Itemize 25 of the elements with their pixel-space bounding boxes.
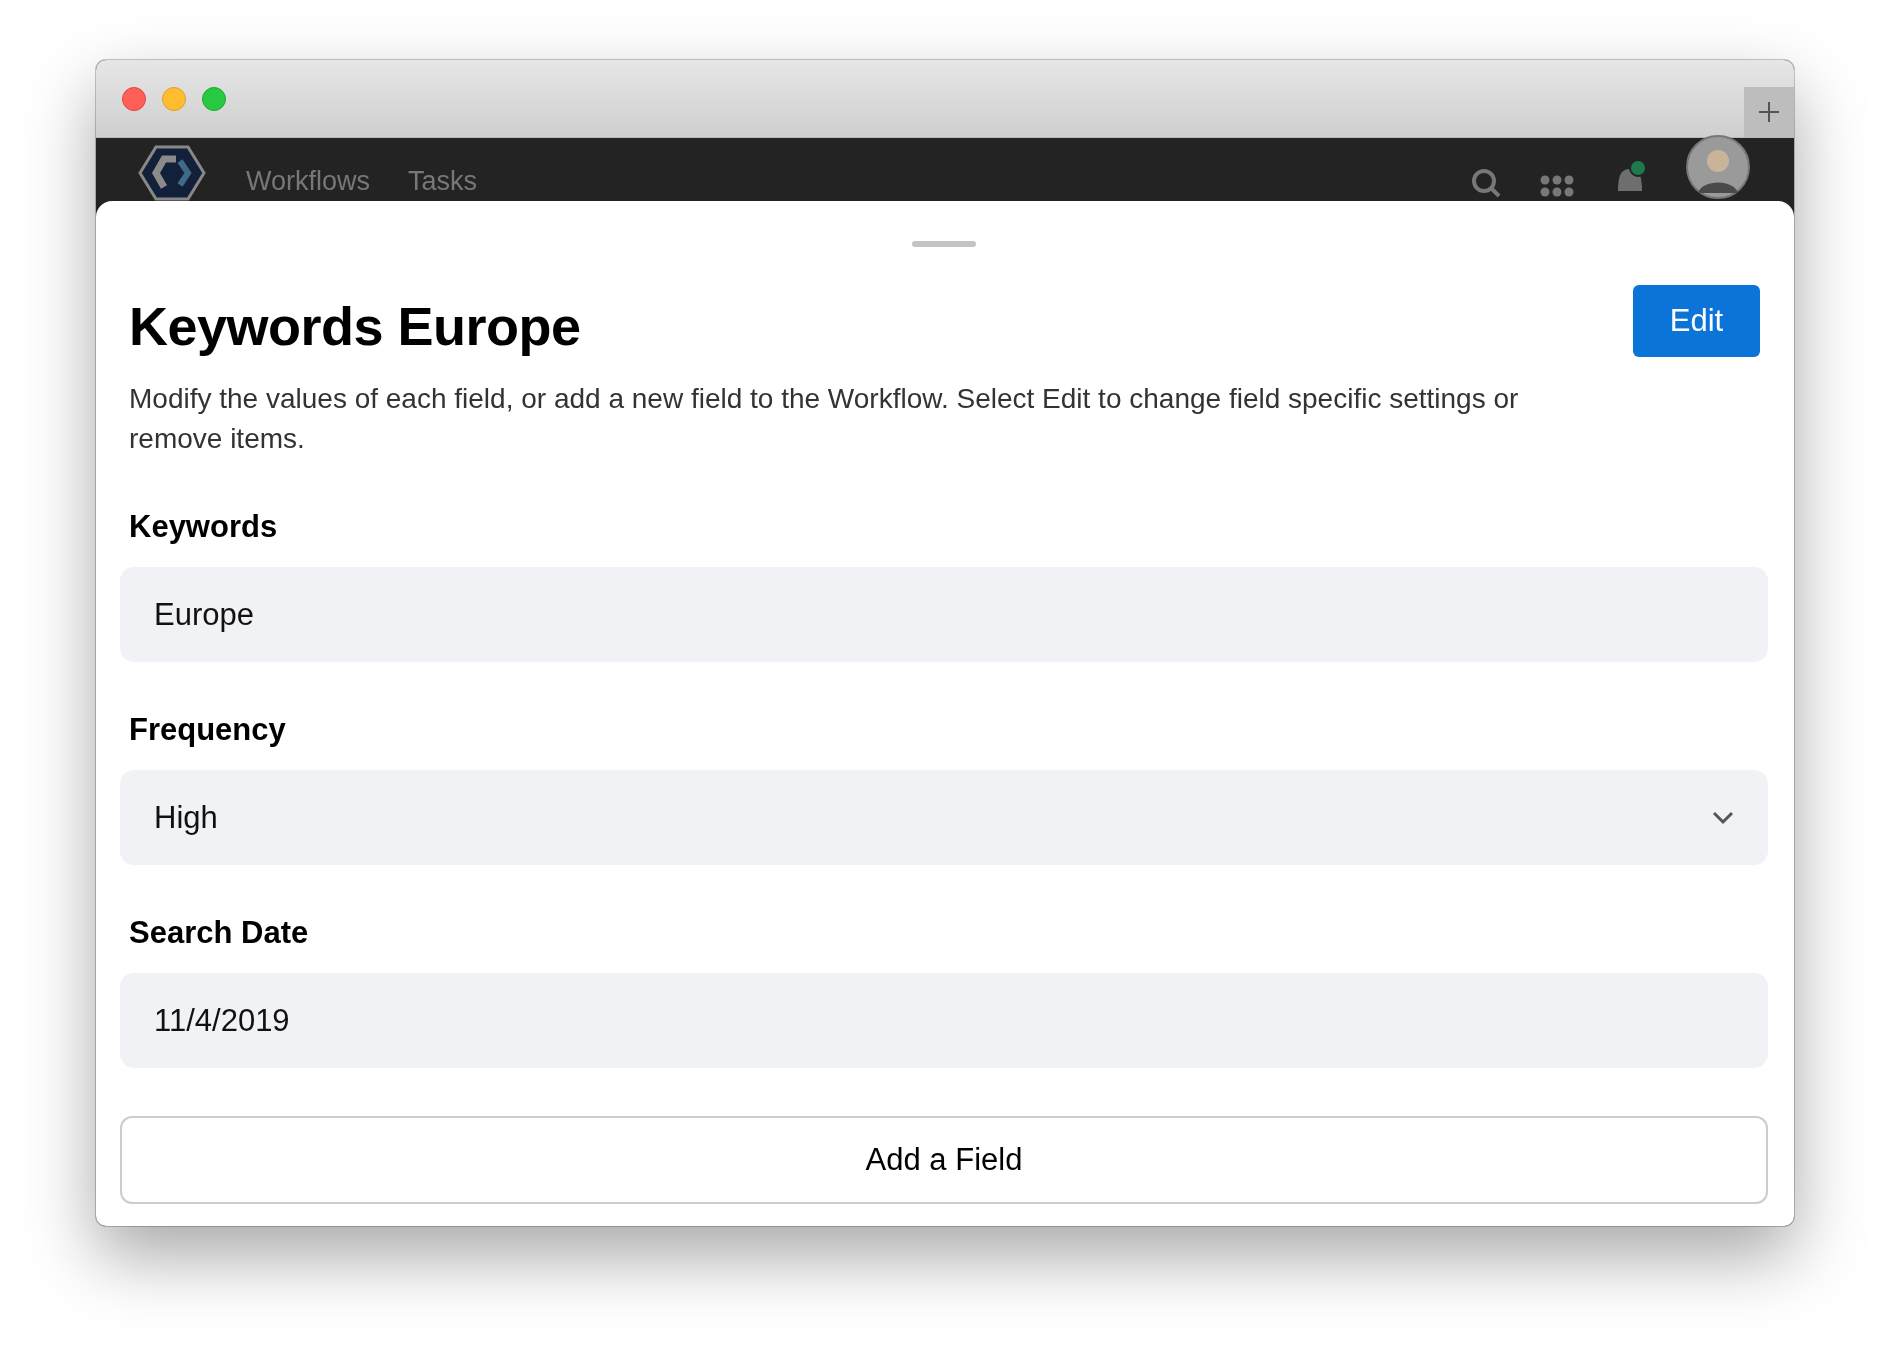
nav-link[interactable]: Workflows	[246, 166, 371, 197]
maximize-button[interactable]	[202, 87, 226, 111]
add-field-button[interactable]: Add a Field	[120, 1116, 1768, 1204]
avatar[interactable]	[1686, 135, 1750, 199]
field-value: 11/4/2019	[154, 1002, 290, 1039]
edit-button[interactable]: Edit	[1633, 285, 1760, 357]
field-label: Keywords	[129, 509, 279, 545]
hexagon-logo-icon	[136, 143, 208, 203]
grid-icon[interactable]	[1540, 175, 1574, 199]
field-value: Europe	[154, 596, 254, 633]
new-tab-button[interactable]	[1744, 87, 1794, 137]
nav-link[interactable]: Tasks	[408, 166, 478, 197]
plus-icon	[1757, 100, 1781, 124]
field-label: Search Date	[129, 915, 310, 951]
input-field[interactable]: Europe	[120, 567, 1768, 662]
search-icon[interactable]	[1470, 167, 1502, 199]
dropdown-field[interactable]: High	[120, 770, 1768, 865]
description: Modify the values of each field, or add a new field to the Workflow. Select Edit to change field specific settings or remove items.	[129, 382, 1520, 456]
field-label: Frequency	[129, 712, 287, 748]
field-value: High	[154, 799, 218, 836]
close-button[interactable]	[122, 87, 146, 111]
chevron-down-icon	[1712, 810, 1734, 825]
sheet-title: Keywords Europe	[129, 295, 581, 357]
drag-handle[interactable]	[912, 241, 976, 247]
input-field[interactable]: 11/4/2019	[120, 973, 1768, 1068]
